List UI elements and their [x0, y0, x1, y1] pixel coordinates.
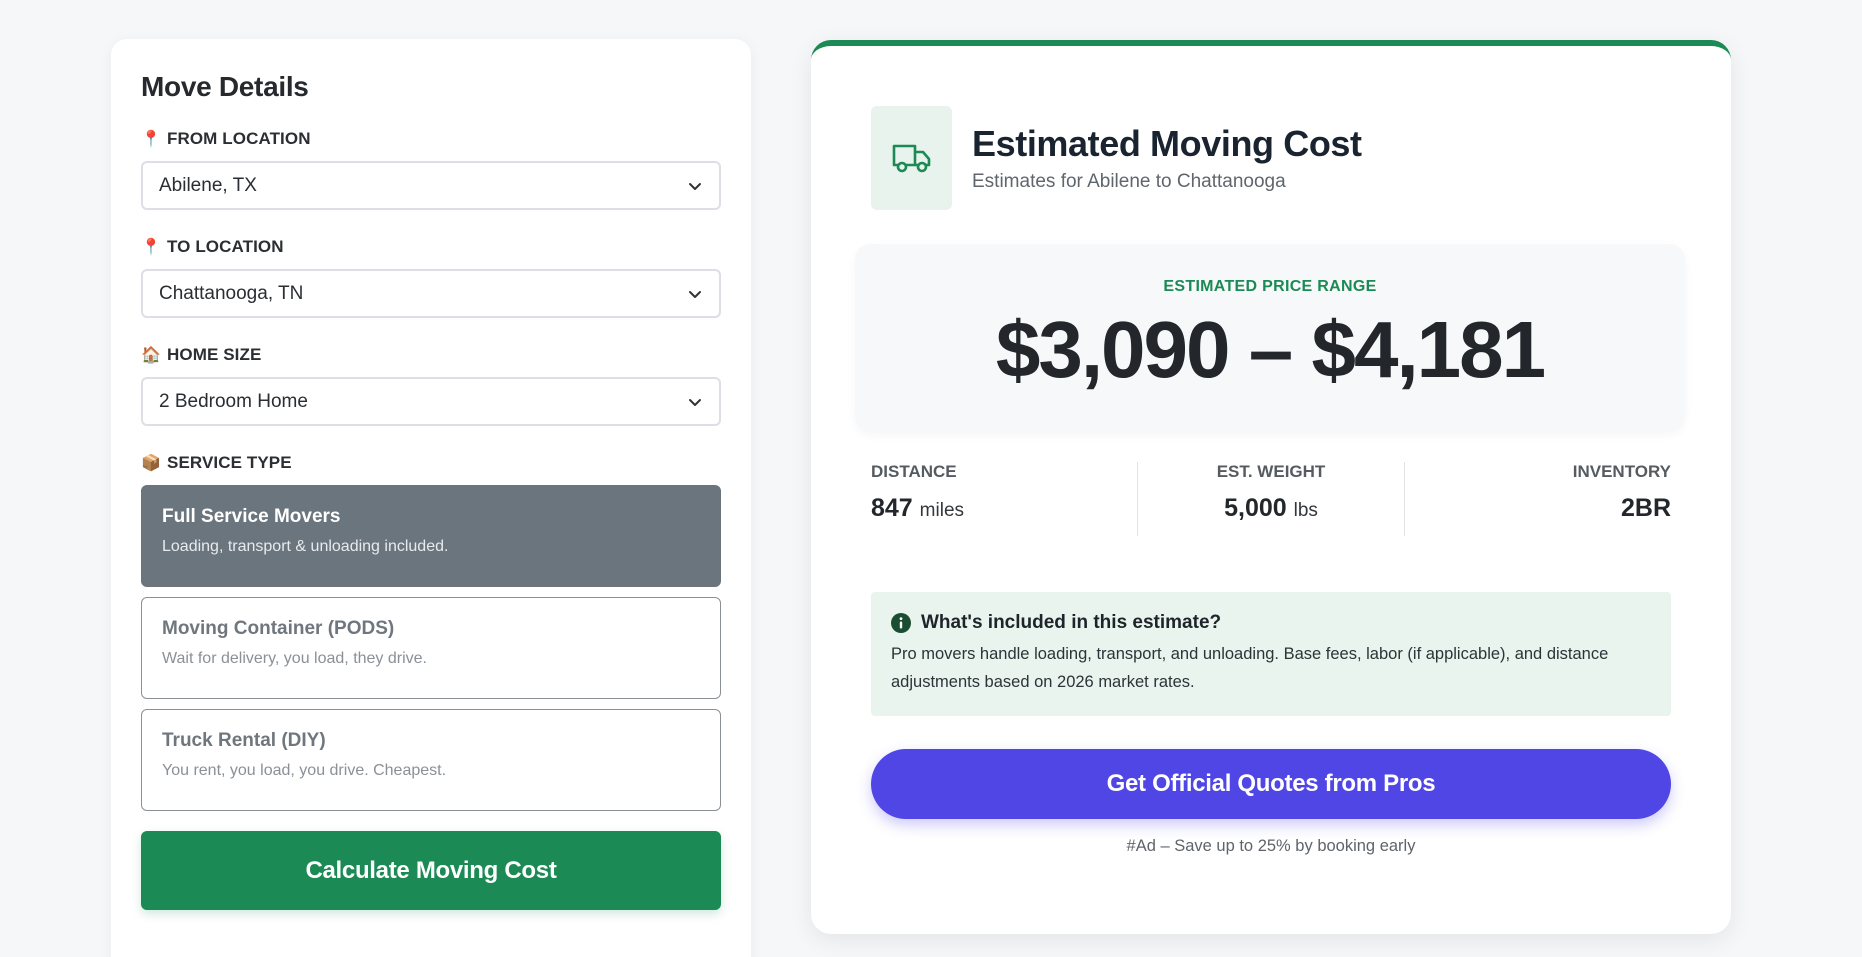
service-option-desc: Loading, transport & unloading included.: [162, 538, 449, 555]
pin-icon: 📍: [141, 131, 162, 148]
service-option-title: Moving Container (PODS): [162, 618, 395, 639]
service-option-moving-container[interactable]: Moving Container (PODS) Wait for deliver…: [141, 597, 721, 699]
service-option-title: Full Service Movers: [162, 506, 341, 527]
home-size-value: 2 Bedroom Home: [159, 390, 308, 412]
service-option-desc: You rent, you load, you drive. Cheapest.: [162, 762, 447, 779]
panel-title: Move Details: [141, 71, 309, 102]
result-header: Estimated Moving Cost Estimates for Abil…: [871, 106, 1362, 210]
price-range-value: $3,090 – $4,181: [995, 305, 1546, 394]
truck-icon: [892, 144, 930, 173]
info-heading: What's included in this estimate?: [891, 612, 1651, 634]
service-option-desc: Wait for delivery, you load, they drive.: [162, 650, 427, 667]
service-option-truck-rental[interactable]: Truck Rental (DIY) You rent, you load, y…: [141, 709, 721, 811]
from-location-label-text: FROM LOCATION: [167, 129, 311, 148]
stat-number: 847: [871, 494, 913, 522]
package-icon: 📦: [141, 455, 162, 472]
pin-icon: 📍: [141, 239, 162, 256]
stat-distance: DISTANCE 847 miles: [871, 462, 1137, 536]
service-type-label-text: SERVICE TYPE: [167, 453, 292, 472]
stat-value: 5,000 lbs: [1138, 494, 1404, 523]
calculate-button[interactable]: Calculate Moving Cost: [141, 831, 721, 910]
info-body: Pro movers handle loading, transport, an…: [891, 645, 1609, 691]
from-location-select[interactable]: Abilene, TX: [141, 161, 721, 210]
chevron-down-icon: [689, 398, 701, 406]
get-quotes-button[interactable]: Get Official Quotes from Pros: [871, 749, 1671, 819]
info-icon: [891, 613, 911, 633]
stat-unit: miles: [919, 500, 965, 521]
service-type-label: 📦 SERVICE TYPE: [141, 453, 721, 473]
result-panel: Estimated Moving Cost Estimates for Abil…: [811, 40, 1731, 934]
info-title: What's included in this estimate?: [921, 612, 1222, 633]
stat-label: EST. WEIGHT: [1216, 462, 1326, 481]
estimate-info-box: What's included in this estimate? Pro mo…: [871, 592, 1671, 716]
stat-number: 5,000: [1224, 494, 1287, 522]
result-title: Estimated Moving Cost: [972, 123, 1362, 164]
price-range-label: ESTIMATED PRICE RANGE: [1163, 278, 1377, 295]
ad-note: #Ad – Save up to 25% by booking early: [1126, 837, 1416, 855]
truck-icon-box: [871, 106, 952, 210]
chevron-down-icon: [689, 290, 701, 298]
stat-weight: EST. WEIGHT 5,000 lbs: [1137, 462, 1405, 536]
home-size-label-text: HOME SIZE: [167, 345, 262, 364]
stat-unit: lbs: [1293, 500, 1318, 521]
to-location-value: Chattanooga, TN: [159, 282, 304, 304]
home-size-label: 🏠 HOME SIZE: [141, 345, 721, 365]
service-option-title: Truck Rental (DIY): [162, 730, 326, 751]
stat-value: 847 miles: [871, 494, 1137, 523]
to-location-label-text: TO LOCATION: [167, 237, 284, 256]
result-subtitle: Estimates for Abilene to Chattanooga: [972, 171, 1286, 192]
stats-row: DISTANCE 847 miles EST. WEIGHT 5,000 lbs…: [871, 462, 1671, 536]
home-size-select[interactable]: 2 Bedroom Home: [141, 377, 721, 426]
stat-value: 2BR: [1620, 494, 1671, 522]
to-location-label: 📍 TO LOCATION: [141, 237, 721, 257]
from-location-value: Abilene, TX: [159, 174, 257, 196]
chevron-down-icon: [689, 182, 701, 190]
to-location-select[interactable]: Chattanooga, TN: [141, 269, 721, 318]
price-range-box: ESTIMATED PRICE RANGE $3,090 – $4,181: [855, 244, 1685, 432]
stat-label: INVENTORY: [1572, 462, 1671, 481]
service-option-full-service[interactable]: Full Service Movers Loading, transport &…: [141, 485, 721, 587]
stat-inventory: INVENTORY 2BR: [1405, 462, 1671, 536]
stat-label: DISTANCE: [871, 462, 957, 481]
house-icon: 🏠: [141, 347, 162, 364]
from-location-label: 📍 FROM LOCATION: [141, 129, 721, 149]
result-header-text: Estimated Moving Cost Estimates for Abil…: [972, 123, 1362, 193]
move-details-panel: Move Details 📍 FROM LOCATION Abilene, TX…: [111, 39, 751, 957]
